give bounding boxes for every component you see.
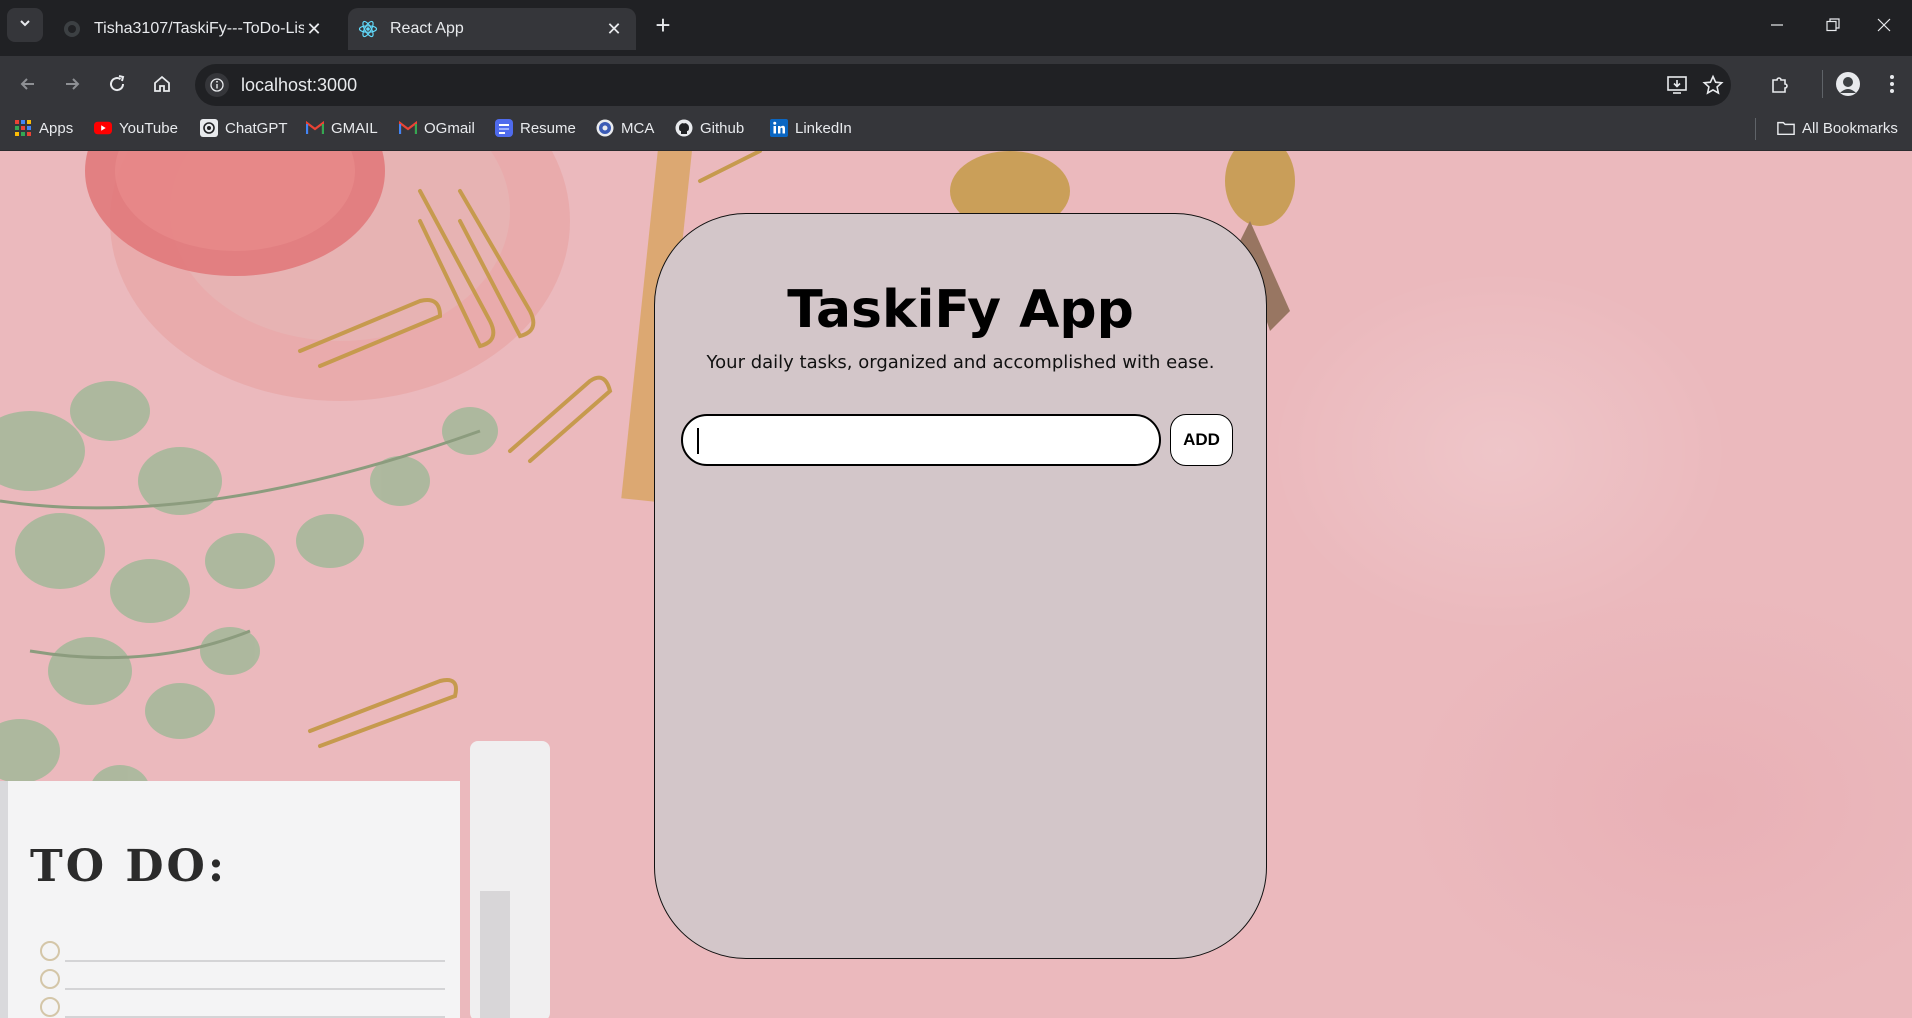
bookmark-label: Resume: [520, 119, 576, 137]
chevron-down-icon: [18, 16, 32, 35]
bookmark-label: MCA: [621, 119, 655, 137]
reload-icon: [110, 75, 125, 92]
back-button[interactable]: [12, 68, 44, 100]
minimize-button[interactable]: [1749, 0, 1805, 50]
bookmark-label: GMAIL: [331, 119, 378, 137]
bookmarks-divider: [1755, 118, 1756, 140]
resume-icon: [495, 119, 513, 137]
profile-avatar[interactable]: [1834, 70, 1862, 98]
reload-button[interactable]: [101, 68, 133, 100]
add-button[interactable]: ADD: [1170, 414, 1233, 466]
bookmark-apps[interactable]: Apps: [14, 117, 73, 139]
site-info-icon[interactable]: [205, 73, 229, 97]
new-tab-button[interactable]: +: [650, 9, 676, 40]
linkedin-icon: [770, 119, 788, 137]
bookmark-label: OGmail: [424, 119, 475, 137]
tab-strip: Tisha3107/TaskiFy---ToDo-List ✕ React Ap…: [0, 0, 1912, 50]
install-app-icon[interactable]: [1665, 73, 1689, 97]
todo-card: TaskiFy App Your daily tasks, organized …: [654, 213, 1267, 959]
bookmark-label: Github: [700, 119, 745, 137]
app-subtitle: Your daily tasks, organized and accompli…: [706, 352, 1215, 373]
close-window-button[interactable]: [1856, 0, 1912, 50]
bookmarks-bar: Apps YouTube ChatGPT GMAIL OGmail Resume: [0, 106, 1912, 151]
bookmark-label: ChatGPT: [225, 119, 288, 137]
restore-button[interactable]: [1805, 0, 1861, 50]
github-icon: [62, 19, 82, 39]
tab-title: React App: [390, 20, 464, 37]
youtube-icon: [94, 119, 112, 137]
arrow-right-icon: [66, 78, 80, 90]
bookmark-linkedin[interactable]: LinkedIn: [770, 117, 852, 139]
notepad-heading: TO DO:: [30, 841, 228, 892]
arrow-left-icon: [20, 78, 34, 90]
bookmark-star-icon[interactable]: [1701, 73, 1725, 97]
close-icon[interactable]: ✕: [604, 19, 624, 39]
tab-title: Tisha3107/TaskiFy---ToDo-List: [94, 20, 304, 37]
tab-react-app[interactable]: React App ✕: [348, 8, 636, 50]
task-input[interactable]: [681, 414, 1161, 466]
bookmark-label: YouTube: [119, 119, 178, 137]
plus-icon: +: [655, 9, 671, 40]
bookmark-label: LinkedIn: [795, 119, 852, 137]
bookmark-mca[interactable]: MCA: [596, 117, 654, 139]
extensions-icon[interactable]: [1766, 70, 1794, 98]
apps-grid-icon: [14, 119, 32, 137]
gmail-icon: [399, 119, 417, 137]
chatgpt-icon: [200, 119, 218, 137]
minimize-icon: [1771, 24, 1783, 26]
text-cursor: [697, 428, 699, 454]
bookmark-ogmail[interactable]: OGmail: [399, 117, 475, 139]
page-background: TO DO: TaskiFy App Your daily tasks, org…: [0, 151, 1912, 1018]
address-bar[interactable]: localhost:3000: [195, 64, 1731, 106]
tab-github[interactable]: Tisha3107/TaskiFy---ToDo-List ✕: [52, 8, 336, 50]
gmail-icon: [306, 119, 324, 137]
app-title: TaskiFy App: [787, 280, 1134, 340]
react-icon: [358, 19, 378, 39]
bookmark-github[interactable]: Github: [675, 117, 744, 139]
home-icon: [154, 75, 170, 92]
github-icon: [675, 119, 693, 137]
close-icon: [1877, 18, 1891, 32]
menu-kebab-icon[interactable]: [1878, 70, 1906, 98]
close-icon[interactable]: ✕: [304, 19, 324, 39]
browser-toolbar: localhost:3000: [0, 56, 1912, 112]
all-bookmarks-label: All Bookmarks: [1802, 119, 1898, 137]
url-text[interactable]: localhost:3000: [241, 75, 357, 96]
bookmark-youtube[interactable]: YouTube: [94, 117, 178, 139]
restore-icon: [1826, 18, 1840, 32]
forward-button[interactable]: [56, 68, 88, 100]
bookmark-gmail[interactable]: GMAIL: [306, 117, 378, 139]
toolbar-divider: [1822, 70, 1823, 98]
bookmark-resume[interactable]: Resume: [495, 117, 576, 139]
home-button[interactable]: [146, 68, 178, 100]
tab-search-button[interactable]: [7, 8, 43, 42]
mca-icon: [596, 119, 614, 137]
all-bookmarks-button[interactable]: All Bookmarks: [1777, 117, 1898, 139]
folder-icon: [1777, 119, 1795, 137]
bookmark-label: Apps: [39, 119, 74, 137]
bookmark-chatgpt[interactable]: ChatGPT: [200, 117, 288, 139]
